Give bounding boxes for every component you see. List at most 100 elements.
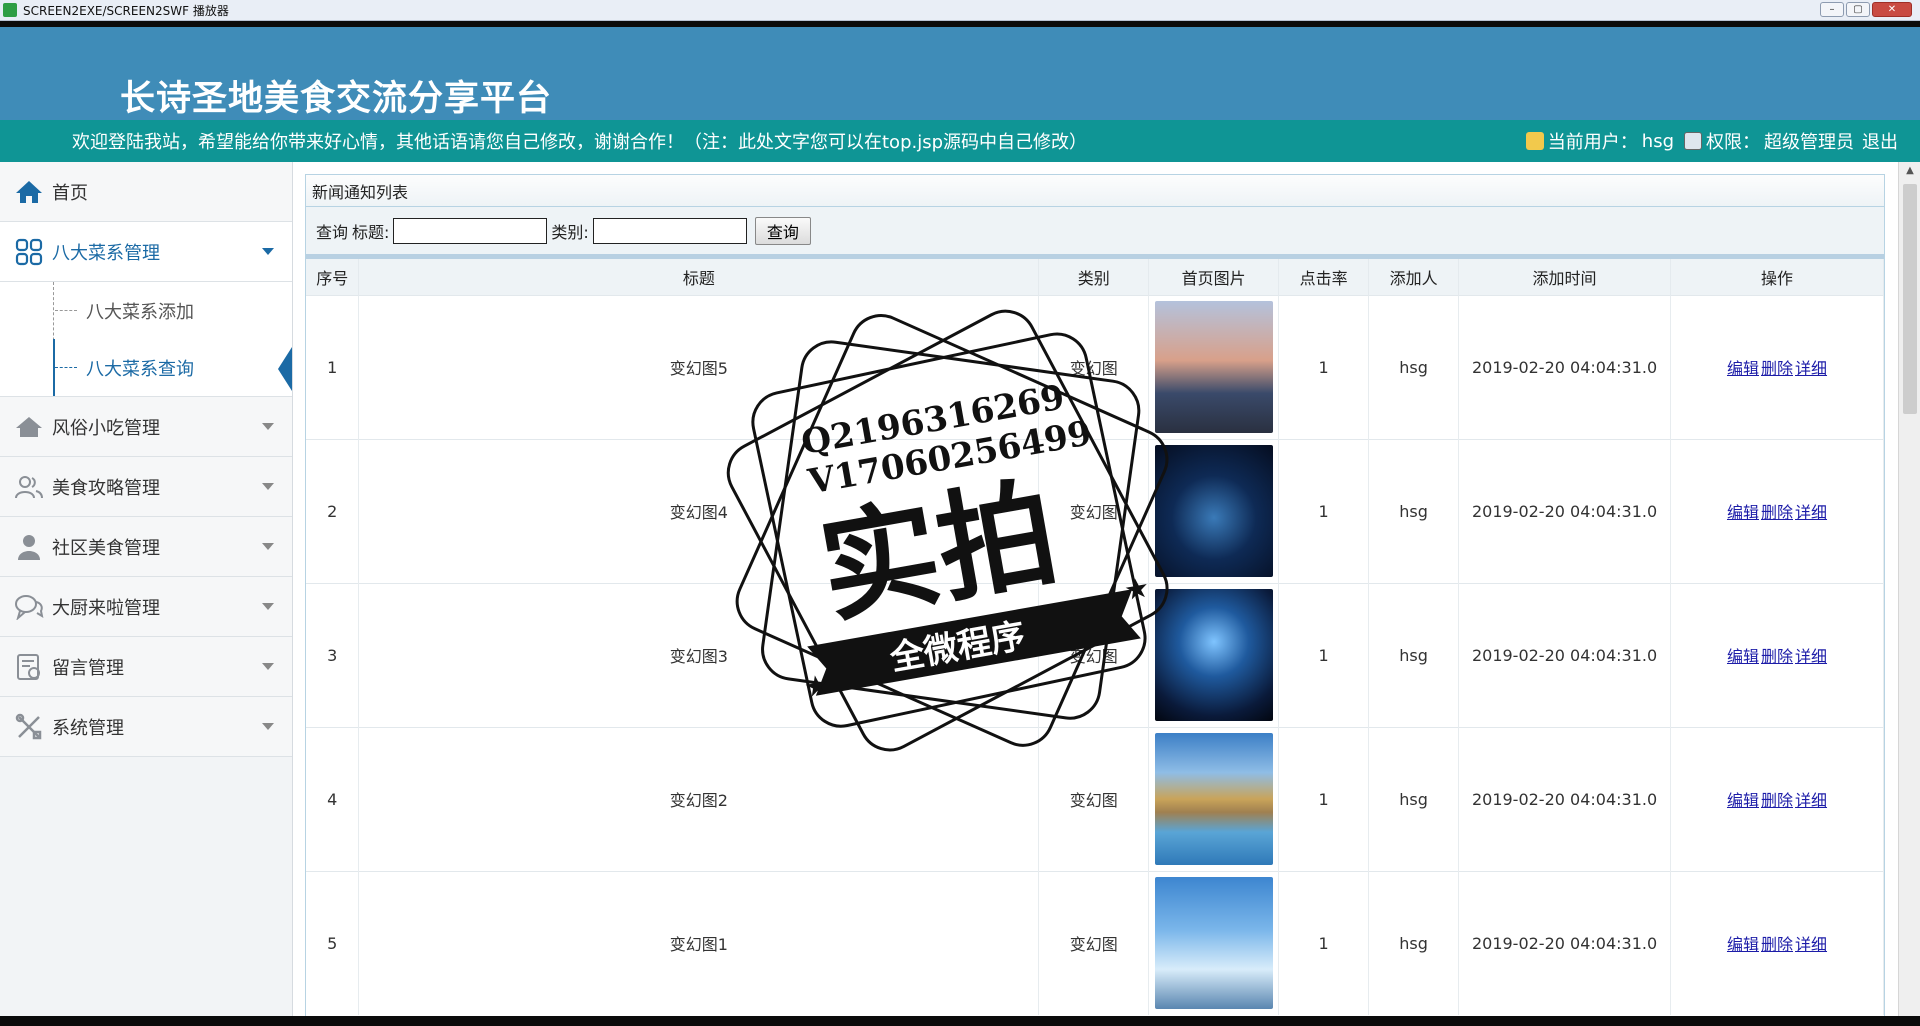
cell-time: 2019-02-20 04:04:31.0 xyxy=(1458,582,1672,727)
cell-title: 变幻图1 xyxy=(358,870,1040,1015)
cell-image xyxy=(1148,726,1280,871)
user-icon xyxy=(1525,132,1544,150)
delete-link[interactable]: 删除 xyxy=(1761,935,1793,954)
column-header: 标题 xyxy=(358,259,1040,295)
cell-time: 2019-02-20 04:04:31.0 xyxy=(1458,870,1672,1015)
submenu-item-cuisine-query[interactable]: 八大菜系查询 xyxy=(0,339,292,396)
cell-ops: 编辑 删除 详细 xyxy=(1670,438,1884,583)
cell-no: 2 xyxy=(306,438,360,583)
minimize-button[interactable]: – xyxy=(1820,2,1844,17)
sidebar-item-guides[interactable]: 美食攻略管理 xyxy=(0,457,292,517)
detail-link[interactable]: 详细 xyxy=(1795,935,1827,954)
table-header-row: 序号 标题 类别 首页图片 点击率 添加人 添加时间 操作 xyxy=(306,259,1884,295)
home-icon xyxy=(14,177,44,207)
cell-category: 变幻图 xyxy=(1038,582,1150,727)
sidebar-item-cuisine[interactable]: 八大菜系管理 xyxy=(0,222,292,282)
detail-link[interactable]: 详细 xyxy=(1795,647,1827,666)
cell-clicks: 1 xyxy=(1278,582,1370,727)
sidebar-item-chefs[interactable]: 大厨来啦管理 xyxy=(0,577,292,637)
column-header: 添加人 xyxy=(1368,259,1460,295)
edit-link[interactable]: 编辑 xyxy=(1727,359,1759,378)
title-search-input[interactable] xyxy=(393,217,548,244)
search-prefix: 查询 xyxy=(316,222,349,242)
site-title: 长诗圣地美食交流分享平台 xyxy=(120,78,553,119)
column-header: 序号 xyxy=(306,259,360,295)
chevron-down-icon xyxy=(262,483,274,490)
detail-link[interactable]: 详细 xyxy=(1795,791,1827,810)
permission-value: 超级管理员 xyxy=(1764,132,1854,153)
tools-icon xyxy=(14,712,44,742)
maximize-button[interactable]: ▢ xyxy=(1846,2,1870,17)
title-label: 标题: xyxy=(352,222,390,242)
window-titlebar: SCREEN2EXE/SCREEN2SWF 播放器 – ▢ ✕ xyxy=(0,0,1920,21)
close-button[interactable]: ✕ xyxy=(1872,2,1912,17)
delete-link[interactable]: 删除 xyxy=(1761,791,1793,810)
sidebar-item-snacks[interactable]: 风俗小吃管理 xyxy=(0,397,292,457)
table-row: 4 变幻图2 变幻图 1 hsg 2019-02-20 04:04:31.0 编… xyxy=(306,726,1884,871)
scroll-up-arrow-icon[interactable]: ▲ xyxy=(1899,162,1920,180)
grid-icon xyxy=(14,237,44,267)
cell-adder: hsg xyxy=(1368,582,1460,727)
sidebar-item-home[interactable]: 首页 xyxy=(0,162,292,222)
thumbnail-image xyxy=(1154,877,1273,1010)
chevron-down-icon xyxy=(262,723,274,730)
edit-link[interactable]: 编辑 xyxy=(1727,647,1759,666)
cell-title: 变幻图2 xyxy=(358,726,1040,871)
cell-image xyxy=(1148,294,1280,439)
edit-link[interactable]: 编辑 xyxy=(1727,935,1759,954)
tree-connector xyxy=(55,367,77,368)
delete-link[interactable]: 删除 xyxy=(1761,503,1793,522)
sidebar-item-label: 风俗小吃管理 xyxy=(52,417,160,439)
table-row: 5 变幻图1 变幻图 1 hsg 2019-02-20 04:04:31.0 编… xyxy=(306,870,1884,1015)
sidebar-item-label: 系统管理 xyxy=(52,717,124,739)
window-title: SCREEN2EXE/SCREEN2SWF 播放器 xyxy=(23,3,229,18)
news-table: 序号 标题 类别 首页图片 点击率 添加人 添加时间 操作 1 变幻图5 变幻图… xyxy=(306,259,1884,1015)
cell-image xyxy=(1148,870,1280,1015)
cell-no: 4 xyxy=(306,726,360,871)
message-icon xyxy=(14,652,44,682)
cell-time: 2019-02-20 04:04:31.0 xyxy=(1458,726,1672,871)
thumbnail-image xyxy=(1154,301,1273,433)
edit-link[interactable]: 编辑 xyxy=(1727,791,1759,810)
search-button[interactable]: 查询 xyxy=(754,216,811,245)
scroll-thumb[interactable] xyxy=(1903,184,1917,414)
sidebar-item-system[interactable]: 系统管理 xyxy=(0,697,292,757)
cell-ops: 编辑 删除 详细 xyxy=(1670,294,1884,439)
sidebar-item-messages[interactable]: 留言管理 xyxy=(0,637,292,697)
user-info: 当前用户： hsg 权限： 超级管理员 退出 xyxy=(1525,120,1898,162)
person-icon xyxy=(14,532,44,562)
logout-link[interactable]: 退出 xyxy=(1862,128,1898,154)
chevron-down-icon xyxy=(262,543,274,550)
cell-ops: 编辑 删除 详细 xyxy=(1670,582,1884,727)
site-header: 长诗圣地美食交流分享平台 xyxy=(0,27,1920,120)
cell-adder: hsg xyxy=(1368,870,1460,1015)
submenu-item-label: 八大菜系查询 xyxy=(86,358,194,380)
window-controls: – ▢ ✕ xyxy=(1820,2,1912,17)
delete-link[interactable]: 删除 xyxy=(1761,647,1793,666)
detail-link[interactable]: 详细 xyxy=(1795,503,1827,522)
cell-category: 变幻图 xyxy=(1038,870,1150,1015)
thumbnail-image xyxy=(1154,589,1273,721)
column-header: 首页图片 xyxy=(1148,259,1280,295)
chevron-down-icon xyxy=(262,663,274,670)
cell-title: 变幻图5 xyxy=(358,294,1040,439)
cell-time: 2019-02-20 04:04:31.0 xyxy=(1458,438,1672,583)
page-scrollbar[interactable]: ▲ xyxy=(1898,162,1920,1026)
column-header: 类别 xyxy=(1038,259,1150,295)
notice-text: 欢迎登陆我站，希望能给你带来好心情，其他话语请您自己修改，谢谢合作！（注：此处文… xyxy=(72,132,1088,153)
sidebar-item-label: 大厨来啦管理 xyxy=(52,597,160,619)
cell-no: 5 xyxy=(306,870,360,1015)
column-header: 点击率 xyxy=(1278,259,1370,295)
detail-link[interactable]: 详细 xyxy=(1795,359,1827,378)
panel-title: 新闻通知列表 xyxy=(306,175,1884,207)
sidebar-item-community[interactable]: 社区美食管理 xyxy=(0,517,292,577)
cell-category: 变幻图 xyxy=(1038,294,1150,439)
sidebar: 首页 八大菜系管理 八大菜系添加 八大菜系查询 风俗小吃管理 美食攻略管理 社区… xyxy=(0,162,293,1026)
category-search-input[interactable] xyxy=(592,217,747,244)
edit-link[interactable]: 编辑 xyxy=(1727,503,1759,522)
cell-clicks: 1 xyxy=(1278,726,1370,871)
submenu-item-cuisine-add[interactable]: 八大菜系添加 xyxy=(0,282,292,339)
delete-link[interactable]: 删除 xyxy=(1761,359,1793,378)
cell-ops: 编辑 删除 详细 xyxy=(1670,870,1884,1015)
chevron-down-icon xyxy=(262,248,274,255)
